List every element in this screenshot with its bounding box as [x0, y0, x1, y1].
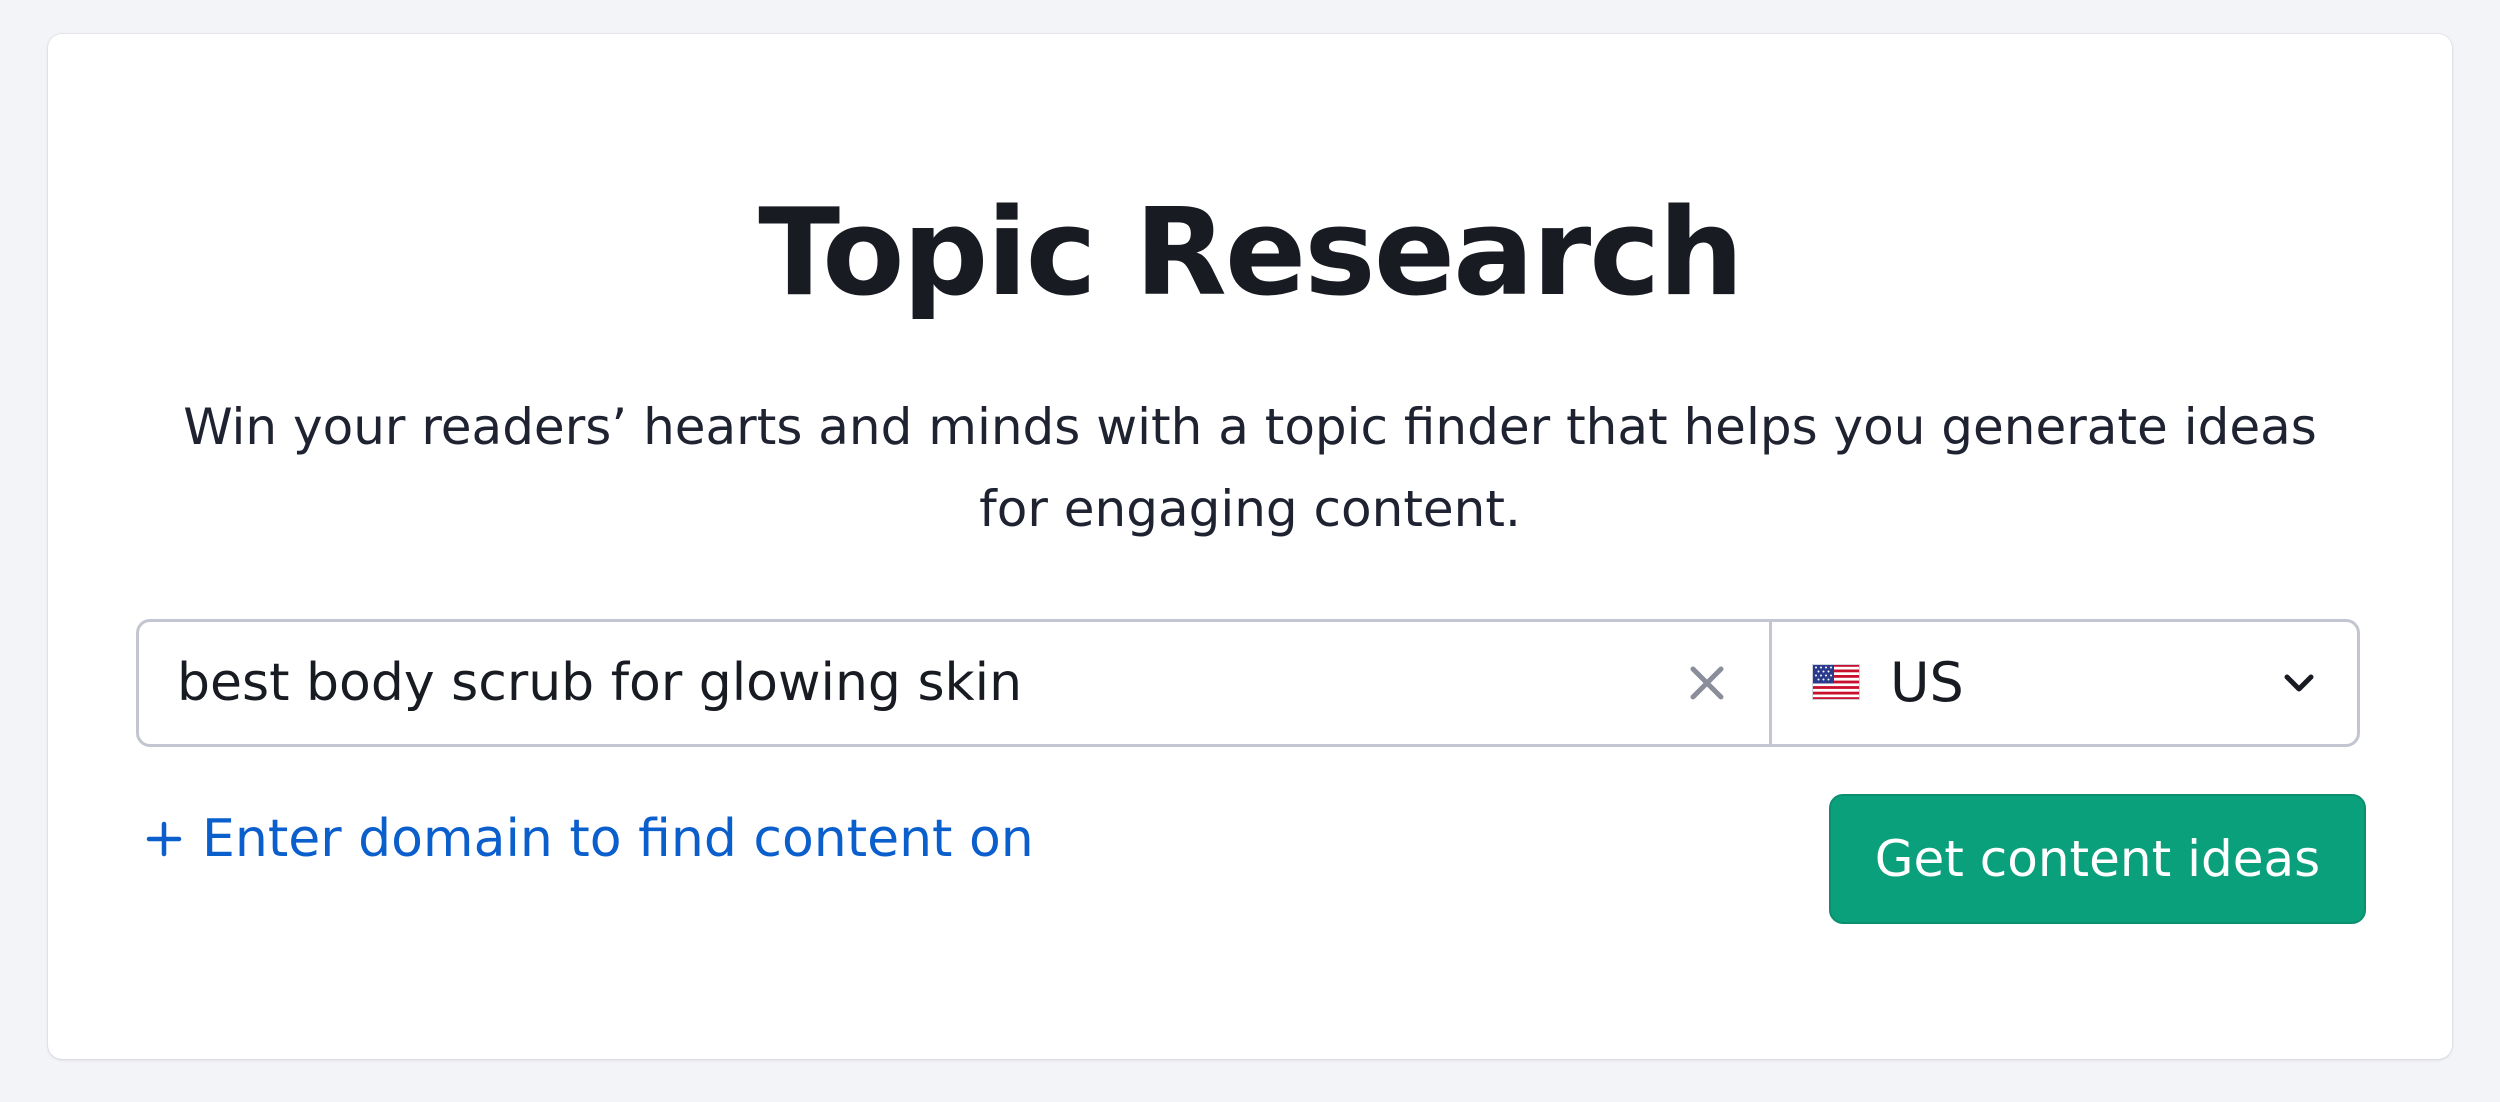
chevron-down-icon	[2279, 663, 2319, 703]
enter-domain-label: Enter domain to find content on	[202, 809, 1034, 869]
plus-icon	[144, 819, 184, 859]
us-flag-icon	[1812, 664, 1860, 700]
topic-search-input[interactable]	[177, 622, 1657, 744]
search-input-container	[139, 622, 1772, 744]
enter-domain-link[interactable]: Enter domain to find content on	[144, 804, 1034, 874]
country-select[interactable]: US	[1772, 622, 2357, 744]
get-content-ideas-button[interactable]: Get content ideas	[1829, 794, 2366, 924]
page-title: Topic Research	[758, 184, 1744, 323]
search-bar: US	[136, 619, 2360, 747]
topic-research-card: Topic Research Win your readers’ hearts …	[48, 34, 2452, 1059]
page-subtitle: Win your readers’ hearts and minds with …	[183, 398, 2317, 538]
country-label: US	[1890, 651, 1964, 714]
close-icon[interactable]	[1685, 661, 1729, 705]
